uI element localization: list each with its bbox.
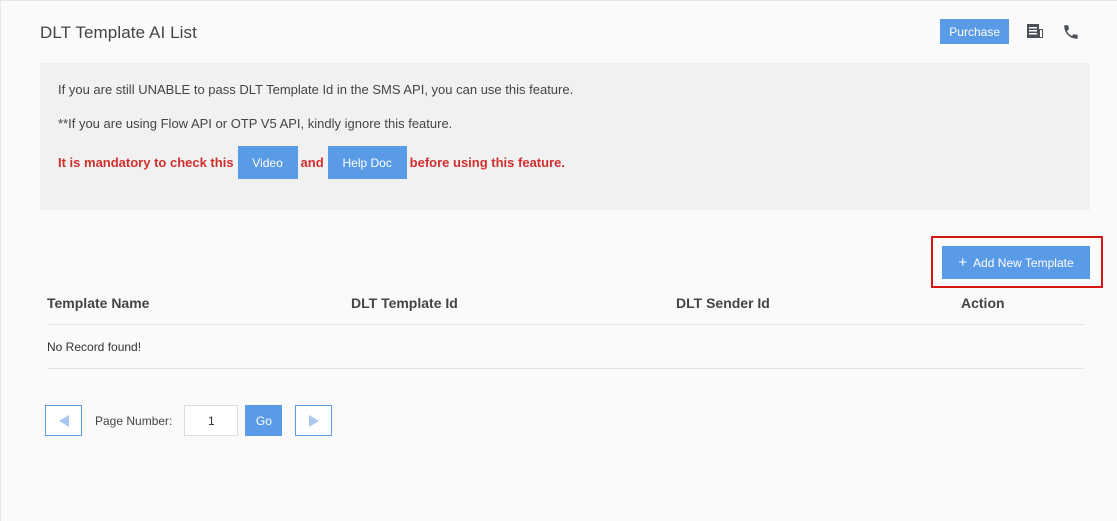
mandatory-suffix: before using this feature. — [409, 155, 565, 170]
page-title: DLT Template AI List — [40, 23, 197, 42]
info-line-flow-api: **If you are using Flow API or OTP V5 AP… — [58, 116, 453, 131]
prev-page-button[interactable] — [45, 405, 82, 436]
info-line-unable: If you are still UNABLE to pass DLT Temp… — [58, 82, 574, 97]
column-dlt-template-id: DLT Template Id — [351, 295, 458, 311]
empty-message: No Record found! — [47, 339, 142, 354]
template-table: Template Name DLT Template Id DLT Sender… — [47, 285, 1084, 369]
page: DLT Template AI List Purchase If you are… — [0, 0, 1117, 521]
page-number-input[interactable] — [184, 405, 239, 436]
mandatory-prefix: It is mandatory to check this — [58, 155, 234, 170]
top-actions: Purchase — [940, 19, 1081, 44]
next-page-button[interactable] — [295, 405, 333, 436]
phone-icon[interactable] — [1061, 22, 1081, 42]
help-doc-button[interactable]: Help Doc — [327, 146, 407, 179]
purchase-button[interactable]: Purchase — [940, 19, 1009, 44]
table-header: Template Name DLT Template Id DLT Sender… — [47, 285, 1084, 325]
add-new-template-button[interactable]: + Add New Template — [942, 246, 1090, 279]
add-template-highlight: + Add New Template — [931, 236, 1103, 288]
info-box: If you are still UNABLE to pass DLT Temp… — [40, 63, 1090, 210]
column-action: Action — [961, 295, 1005, 311]
column-dlt-sender-id: DLT Sender Id — [676, 295, 770, 311]
plus-icon: + — [958, 254, 968, 271]
receipt-icon[interactable] — [1025, 22, 1045, 42]
page-number-label: Page Number: — [95, 413, 173, 428]
video-button[interactable]: Video — [237, 146, 298, 179]
column-template-name: Template Name — [47, 295, 150, 311]
add-new-template-label: Add New Template — [973, 255, 1074, 270]
pagination: Page Number: Go — [45, 405, 333, 436]
arrow-right-icon — [308, 414, 319, 427]
table-row-empty: No Record found! — [47, 325, 1084, 369]
mandatory-and: and — [300, 155, 324, 170]
arrow-left-icon — [58, 414, 69, 427]
mandatory-notice: It is mandatory to check this Video and … — [58, 146, 1072, 179]
go-button[interactable]: Go — [245, 405, 283, 436]
